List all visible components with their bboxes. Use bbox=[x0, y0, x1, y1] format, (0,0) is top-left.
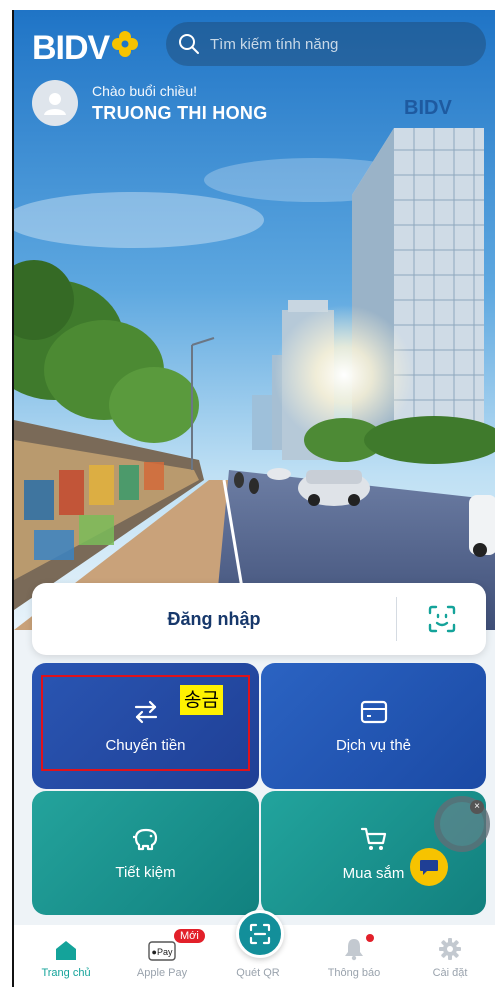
login-card: Đăng nhập bbox=[32, 583, 486, 655]
shopping-cart-icon bbox=[360, 827, 386, 850]
app-screen: BIDV BIDV Tìm kiếm tính năng Chào buổi c… bbox=[12, 10, 495, 987]
nav-item-settings[interactable]: Cài đặt bbox=[402, 925, 495, 987]
user-icon bbox=[44, 93, 66, 115]
search-input[interactable] bbox=[210, 35, 450, 53]
chat-button[interactable] bbox=[410, 848, 448, 886]
search-bar[interactable] bbox=[166, 22, 486, 66]
home-icon bbox=[56, 941, 76, 960]
chat-bubble-icon bbox=[420, 860, 438, 875]
nav-label-home: Trang chủ bbox=[41, 967, 91, 979]
user-name: TRUONG THI HONG bbox=[92, 102, 268, 123]
greeting-text: Chào buổi chiều! bbox=[92, 82, 198, 99]
bidv-flower-icon bbox=[112, 31, 139, 57]
nav-item-apple-pay[interactable]: ●Pay Mới Apple Pay bbox=[114, 925, 210, 987]
apple-pay-icon: ●Pay bbox=[148, 941, 176, 961]
login-divider bbox=[396, 597, 397, 641]
tile-savings-label: Tiết kiệm bbox=[115, 863, 176, 881]
nav-label-apple-pay: Apple Pay bbox=[136, 967, 188, 979]
avatar[interactable] bbox=[32, 80, 78, 126]
tile-savings[interactable]: Tiết kiệm bbox=[32, 791, 259, 915]
tile-card-service-label: Dịch vụ thẻ bbox=[335, 736, 412, 754]
highlight-label: 송금 bbox=[180, 685, 223, 715]
tile-shopping-label: Mua sắm bbox=[342, 864, 405, 882]
nav-label-notifications: Thông báo bbox=[327, 967, 381, 979]
search-icon bbox=[179, 34, 199, 54]
nav-label-settings: Cài đặt bbox=[432, 967, 468, 979]
user-greeting: Chào buổi chiều! TRUONG THI HONG bbox=[32, 80, 268, 126]
svg-text:●Pay: ●Pay bbox=[152, 947, 173, 957]
face-id-button[interactable] bbox=[420, 597, 464, 641]
new-badge: Mới bbox=[174, 929, 205, 943]
notification-dot bbox=[366, 934, 374, 942]
bell-icon bbox=[345, 939, 363, 961]
qr-scan-icon bbox=[249, 923, 271, 945]
face-id-icon bbox=[428, 605, 456, 633]
nav-item-notifications[interactable]: Thông báo bbox=[306, 925, 402, 987]
close-icon[interactable]: × bbox=[470, 800, 484, 814]
tile-card-service[interactable]: Dịch vụ thẻ bbox=[261, 663, 486, 789]
bidv-logo: BIDV bbox=[32, 28, 139, 68]
qr-scan-button[interactable] bbox=[236, 910, 284, 958]
nav-item-home[interactable]: Trang chủ bbox=[18, 925, 114, 987]
building-sign: BIDV bbox=[404, 97, 452, 119]
card-icon bbox=[360, 700, 387, 723]
login-button[interactable]: Đăng nhập bbox=[32, 583, 396, 655]
gear-icon bbox=[439, 938, 461, 960]
nav-label-qr: Quét QR bbox=[236, 967, 280, 979]
piggy-bank-icon bbox=[132, 828, 157, 850]
